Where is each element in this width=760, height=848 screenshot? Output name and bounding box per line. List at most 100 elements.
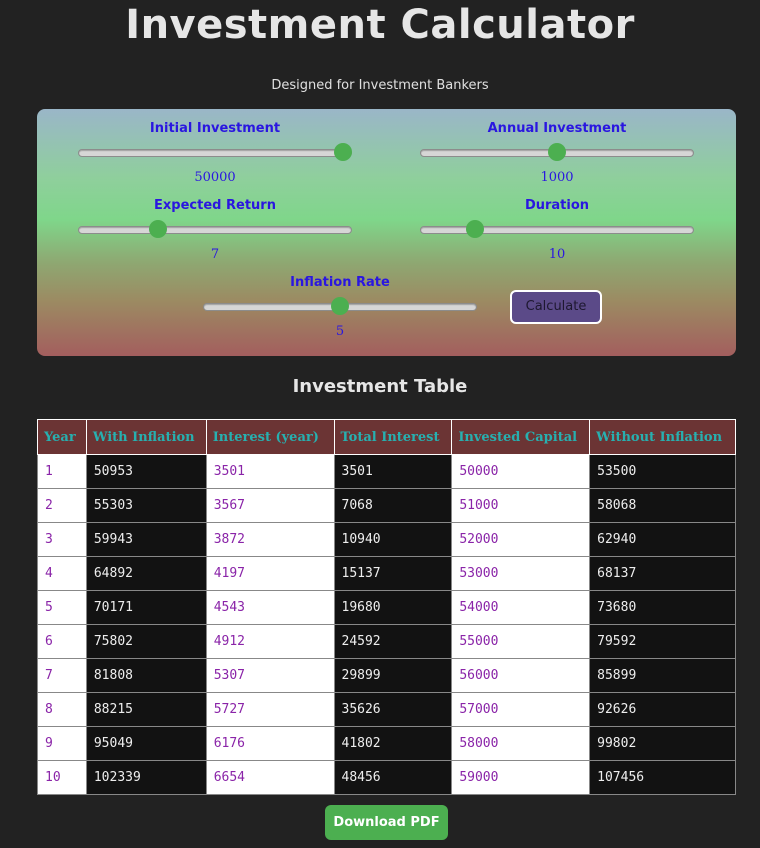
- cell-total-interest: 29899: [333, 658, 453, 693]
- investment-table: Year With Inflation Interest (year) Tota…: [37, 419, 736, 795]
- cell-year: 7: [37, 658, 87, 693]
- cell-with-inflation: 64892: [85, 556, 207, 591]
- cell-invested-capital: 54000: [451, 590, 591, 625]
- cell-with-inflation: 102339: [85, 760, 207, 795]
- table-row: 6 75802 4912 24592 55000 79592: [37, 624, 736, 659]
- cell-interest-year: 6176: [205, 726, 335, 761]
- cell-total-interest: 41802: [333, 726, 453, 761]
- cell-invested-capital: 52000: [451, 522, 591, 557]
- annual-investment-control: Annual Investment 1000: [417, 121, 697, 186]
- annual-investment-slider[interactable]: [420, 143, 694, 161]
- col-header-invested-capital: Invested Capital: [451, 419, 591, 455]
- cell-without-inflation: 85899: [589, 658, 736, 693]
- cell-without-inflation: 58068: [589, 488, 736, 523]
- cell-with-inflation: 81808: [85, 658, 207, 693]
- page-subtitle: Designed for Investment Bankers: [271, 78, 489, 93]
- table-header-row: Year With Inflation Interest (year) Tota…: [37, 419, 736, 455]
- annual-investment-slider-thumb[interactable]: [548, 143, 566, 161]
- cell-invested-capital: 59000: [451, 760, 591, 795]
- initial-investment-control: Initial Investment 50000: [75, 121, 355, 186]
- table-row: 8 88215 5727 35626 57000 92626: [37, 692, 736, 727]
- cell-total-interest: 10940: [333, 522, 453, 557]
- duration-slider[interactable]: [420, 220, 694, 238]
- table-row: 7 81808 5307 29899 56000 85899: [37, 658, 736, 693]
- cell-year: 10: [37, 760, 87, 795]
- inflation-rate-label: Inflation Rate: [290, 275, 390, 290]
- cell-total-interest: 19680: [333, 590, 453, 625]
- cell-with-inflation: 88215: [85, 692, 207, 727]
- input-panel: Initial Investment 50000 Annual Investme…: [37, 109, 736, 356]
- cell-without-inflation: 107456: [589, 760, 736, 795]
- cell-invested-capital: 58000: [451, 726, 591, 761]
- table-row: 4 64892 4197 15137 53000 68137: [37, 556, 736, 591]
- cell-invested-capital: 57000: [451, 692, 591, 727]
- cell-year: 3: [37, 522, 87, 557]
- calculate-button[interactable]: Calculate: [510, 290, 602, 324]
- col-header-year: Year: [37, 419, 87, 455]
- cell-total-interest: 15137: [333, 556, 453, 591]
- expected-return-value: 7: [210, 247, 220, 262]
- inflation-rate-control: Inflation Rate 5: [200, 275, 480, 340]
- table-row: 5 70171 4543 19680 54000 73680: [37, 590, 736, 625]
- cell-without-inflation: 79592: [589, 624, 736, 659]
- cell-year: 5: [37, 590, 87, 625]
- duration-value: 10: [548, 247, 566, 262]
- cell-year: 6: [37, 624, 87, 659]
- inflation-rate-slider-thumb[interactable]: [331, 297, 349, 315]
- initial-investment-value: 50000: [194, 170, 236, 185]
- annual-investment-label: Annual Investment: [487, 121, 627, 136]
- duration-slider-thumb[interactable]: [466, 220, 485, 238]
- expected-return-slider[interactable]: [78, 220, 352, 238]
- cell-invested-capital: 56000: [451, 658, 591, 693]
- cell-with-inflation: 59943: [85, 522, 207, 557]
- cell-year: 1: [37, 454, 87, 489]
- initial-investment-slider[interactable]: [78, 143, 352, 161]
- expected-return-control: Expected Return 7: [75, 198, 355, 263]
- table-row: 3 59943 3872 10940 52000 62940: [37, 522, 736, 557]
- initial-investment-label: Initial Investment: [149, 121, 281, 136]
- cell-without-inflation: 73680: [589, 590, 736, 625]
- cell-interest-year: 4197: [205, 556, 335, 591]
- cell-interest-year: 4912: [205, 624, 335, 659]
- cell-year: 4: [37, 556, 87, 591]
- cell-total-interest: 35626: [333, 692, 453, 727]
- cell-interest-year: 5727: [205, 692, 335, 727]
- table-row: 2 55303 3567 7068 51000 58068: [37, 488, 736, 523]
- cell-year: 8: [37, 692, 87, 727]
- annual-investment-value: 1000: [540, 170, 574, 185]
- col-header-without-inflation: Without Inflation: [589, 419, 736, 455]
- cell-without-inflation: 53500: [589, 454, 736, 489]
- cell-with-inflation: 75802: [85, 624, 207, 659]
- cell-total-interest: 3501: [333, 454, 453, 489]
- cell-interest-year: 4543: [205, 590, 335, 625]
- cell-without-inflation: 92626: [589, 692, 736, 727]
- initial-investment-slider-thumb[interactable]: [333, 143, 352, 161]
- expected-return-label: Expected Return: [154, 198, 276, 213]
- cell-invested-capital: 53000: [451, 556, 591, 591]
- cell-invested-capital: 55000: [451, 624, 591, 659]
- cell-interest-year: 5307: [205, 658, 335, 693]
- cell-without-inflation: 99802: [589, 726, 736, 761]
- cell-year: 2: [37, 488, 87, 523]
- duration-control: Duration 10: [417, 198, 697, 263]
- page-title: Investment Calculator: [125, 2, 635, 48]
- table-row: 9 95049 6176 41802 58000 99802: [37, 726, 736, 761]
- cell-with-inflation: 55303: [85, 488, 207, 523]
- cell-interest-year: 3567: [205, 488, 335, 523]
- inflation-rate-value: 5: [335, 324, 345, 339]
- col-header-interest-year: Interest (year): [205, 419, 335, 455]
- cell-total-interest: 48456: [333, 760, 453, 795]
- expected-return-slider-thumb[interactable]: [148, 220, 167, 238]
- col-header-with-inflation: With Inflation: [85, 419, 207, 455]
- duration-label: Duration: [524, 198, 590, 213]
- cell-interest-year: 3872: [205, 522, 335, 557]
- cell-with-inflation: 50953: [85, 454, 207, 489]
- table-row: 1 50953 3501 3501 50000 53500: [37, 454, 736, 489]
- inflation-rate-slider[interactable]: [203, 297, 477, 315]
- table-row: 10 102339 6654 48456 59000 107456: [37, 760, 736, 795]
- col-header-total-interest: Total Interest: [333, 419, 453, 455]
- cell-interest-year: 3501: [205, 454, 335, 489]
- cell-invested-capital: 51000: [451, 488, 591, 523]
- download-pdf-button[interactable]: Download PDF: [325, 805, 448, 840]
- cell-total-interest: 7068: [333, 488, 453, 523]
